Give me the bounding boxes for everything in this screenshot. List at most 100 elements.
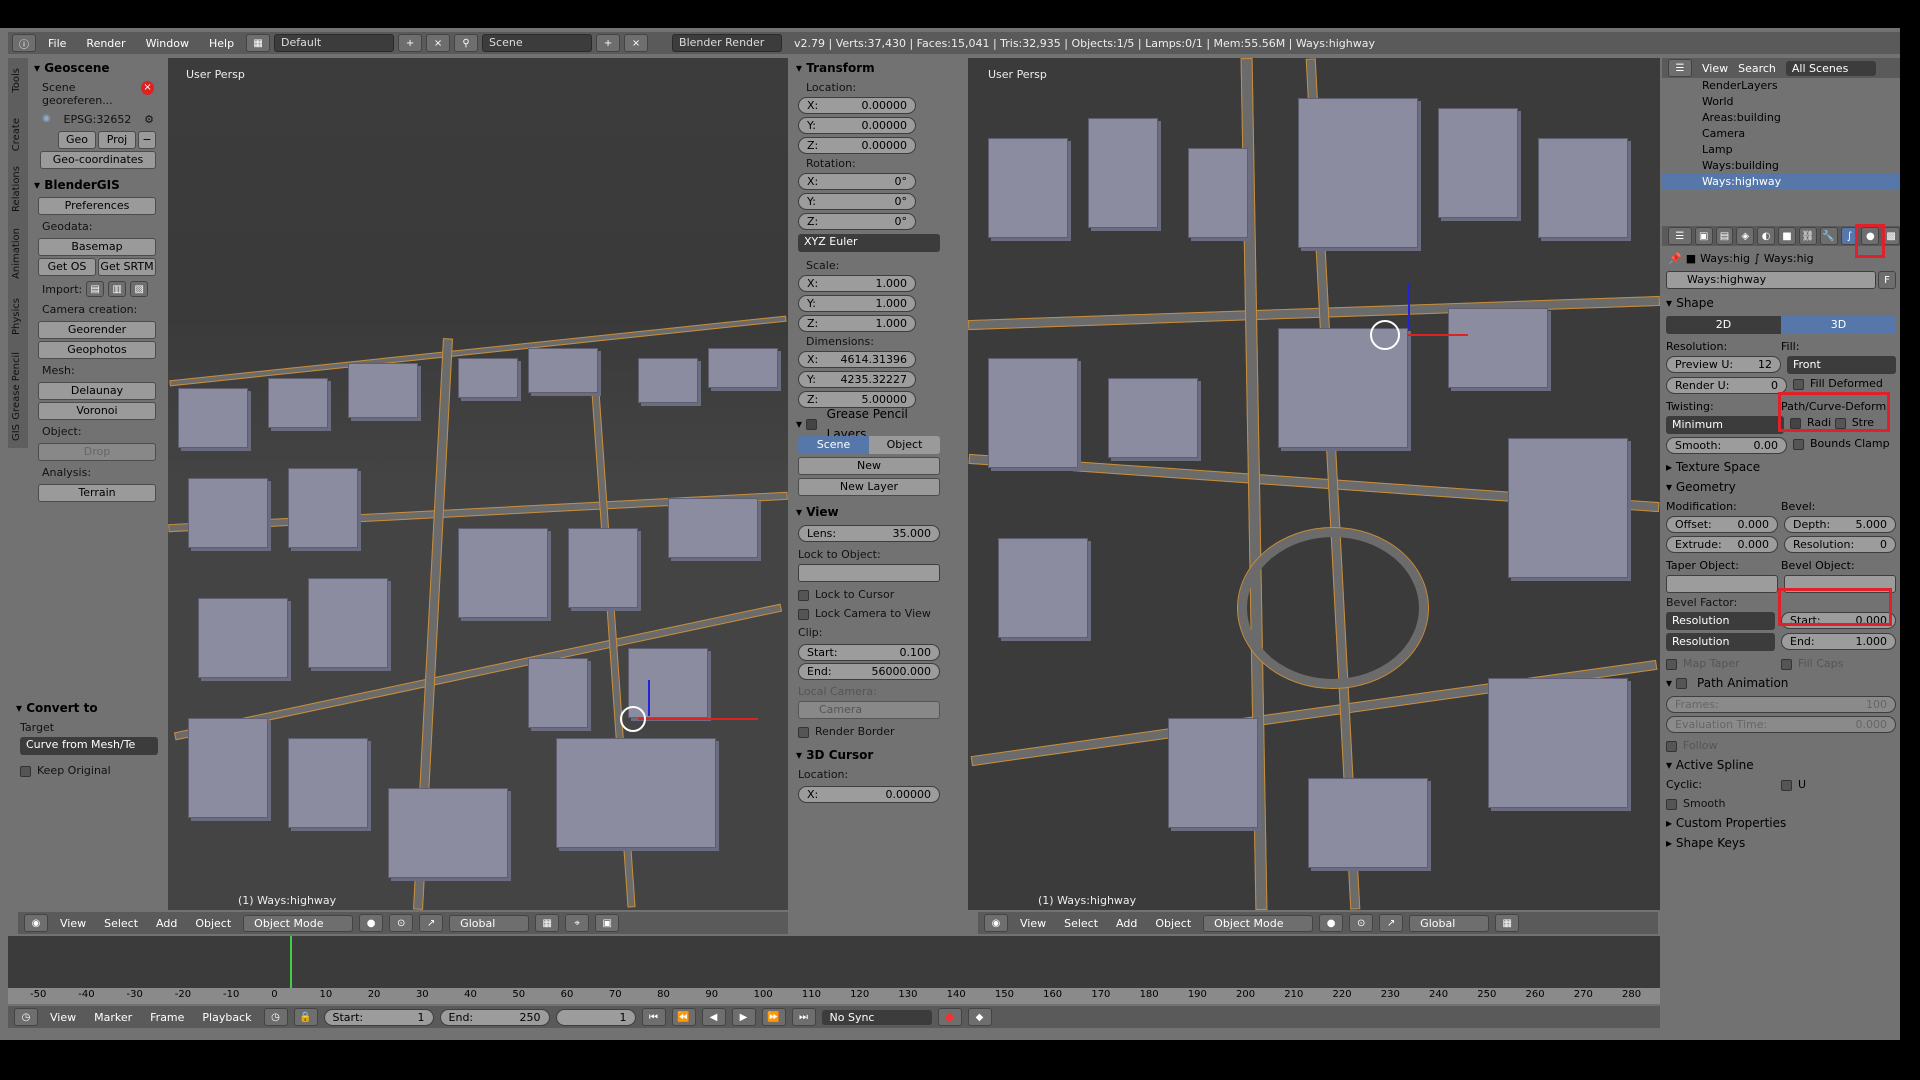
3d-cursor-icon[interactable] [620, 706, 646, 732]
rotation-x-field[interactable]: X: 0° [798, 173, 916, 190]
grease-object-tab[interactable]: Object [869, 436, 940, 454]
preview-u-field[interactable]: Preview U: 12 [1666, 356, 1781, 373]
tab-gis[interactable]: GIS [8, 420, 25, 445]
select-menu[interactable]: Select [1058, 917, 1104, 930]
blendergis-header[interactable]: ▾ BlenderGIS [30, 175, 166, 195]
render-tab-icon[interactable]: ▣ [1694, 227, 1713, 245]
manipulator-icon[interactable]: ↗ [1379, 914, 1404, 932]
clip-start-field[interactable]: Start: 0.100 [798, 644, 940, 661]
lock-object-field[interactable] [798, 564, 940, 582]
dimension-x-field[interactable]: X: 4614.31396 [798, 351, 916, 368]
menu-window[interactable]: Window [138, 37, 197, 50]
dimension-y-field[interactable]: Y: 4235.32227 [798, 371, 916, 388]
outliner-item-ways-building[interactable]: Ways:building [1662, 158, 1900, 174]
remove-layout-icon[interactable]: × [426, 34, 451, 52]
current-frame-marker[interactable] [290, 936, 292, 994]
georender-button[interactable]: Georender [38, 321, 156, 339]
cyclic-u-checkbox[interactable] [1781, 779, 1792, 791]
proj-button[interactable]: Proj [98, 131, 136, 149]
next-keyframe-icon[interactable]: ⏩ [761, 1008, 786, 1026]
add-menu[interactable]: Add [150, 917, 183, 930]
pivot-icon[interactable]: ⊙ [389, 914, 414, 932]
geophotos-button[interactable]: Geophotos [38, 341, 156, 359]
texture-space-header[interactable]: ▸ Texture Space [1662, 457, 1900, 477]
transform-header[interactable]: ▾ Transform [792, 58, 946, 78]
grease-scene-tab[interactable]: Scene [798, 436, 869, 454]
basemap-button[interactable]: Basemap [38, 238, 156, 256]
new-layer-button[interactable]: New Layer [798, 478, 940, 496]
smooth-checkbox[interactable] [1666, 798, 1677, 810]
mode-select[interactable]: Object Mode [1203, 914, 1314, 932]
shape-header[interactable]: ▾ Shape [1662, 293, 1900, 313]
datablock-name-field[interactable]: Ways:highway [1666, 271, 1876, 289]
timeline-frame-menu[interactable]: Frame [144, 1011, 190, 1024]
grease-checkbox[interactable] [806, 418, 817, 430]
scene-icon[interactable]: ⚲ [454, 34, 479, 52]
select-menu[interactable]: Select [98, 917, 144, 930]
bounds-clamp-checkbox[interactable] [1793, 438, 1804, 450]
jump-end-icon[interactable]: ⏭ [791, 1008, 816, 1026]
shading-icon[interactable]: ● [359, 914, 384, 932]
editor-type-icon[interactable]: ◉ [984, 914, 1008, 932]
fill-mode-select[interactable]: Front [1787, 356, 1896, 374]
3d-cursor-icon[interactable] [1370, 320, 1400, 350]
outliner-item-lamp[interactable]: Lamp [1662, 142, 1900, 158]
view-menu[interactable]: View [1014, 917, 1052, 930]
object-menu[interactable]: Object [1149, 917, 1197, 930]
viewport-right[interactable]: User Persp (1) Ways:highway [968, 58, 1660, 910]
bevel-factor-mode-start[interactable]: Resolution [1666, 612, 1775, 630]
voronoi-button[interactable]: Voronoi [38, 402, 156, 420]
bevel-depth-field[interactable]: Depth: 5.000 [1784, 516, 1896, 533]
outliner-item-ways-highway[interactable]: Ways:highway [1662, 174, 1900, 190]
modifiers-tab-icon[interactable]: 🔧 [1819, 227, 1838, 245]
tab-2d[interactable]: 2D [1666, 316, 1781, 334]
location-z-field[interactable]: Z: 0.00000 [798, 137, 916, 154]
jump-start-icon[interactable]: ⏮ [641, 1008, 666, 1026]
gear-icon[interactable]: ⚙ [144, 113, 154, 126]
pin-icon[interactable]: 📌 [1668, 252, 1682, 265]
clip-end-field[interactable]: End: 56000.000 [798, 663, 940, 680]
play-icon[interactable]: ▶ [731, 1008, 756, 1026]
shading-icon[interactable]: ● [1319, 914, 1344, 932]
start-frame-field[interactable]: Start: 1 [323, 1008, 434, 1026]
outliner-item-areas-building[interactable]: Areas:building [1662, 110, 1900, 126]
mode-select[interactable]: Object Mode [243, 914, 354, 932]
active-spline-header[interactable]: ▾ Active Spline [1662, 755, 1900, 775]
geometry-header[interactable]: ▾ Geometry [1662, 477, 1900, 497]
target-select[interactable]: Curve from Mesh/Te [20, 737, 158, 755]
frames-field[interactable]: Frames: 100 [1666, 696, 1896, 713]
timeline[interactable] [8, 936, 1660, 994]
add-menu[interactable]: Add [1110, 917, 1143, 930]
geoscene-header[interactable]: ▾ Geoscene [30, 58, 166, 78]
timeline-marker-menu[interactable]: Marker [88, 1011, 138, 1024]
location-y-field[interactable]: Y: 0.00000 [798, 117, 916, 134]
fill-caps-checkbox[interactable] [1781, 658, 1792, 670]
taper-object-field[interactable] [1666, 575, 1778, 593]
geo-coordinates-button[interactable]: Geo-coordinates [40, 151, 156, 169]
tab-tools[interactable]: Tools [8, 64, 25, 97]
remove-scene-icon[interactable]: × [624, 34, 649, 52]
add-layout-icon[interactable]: + [398, 34, 423, 52]
outliner-item-renderlayers[interactable]: RenderLayers [1662, 78, 1900, 94]
view-header[interactable]: ▾ View [792, 502, 946, 522]
render-engine-select[interactable]: Blender Render [672, 34, 783, 52]
terrain-button[interactable]: Terrain [38, 484, 156, 502]
add-scene-icon[interactable]: + [596, 34, 621, 52]
object-tab-icon[interactable]: ■ [1778, 227, 1796, 245]
delaunay-button[interactable]: Delaunay [38, 382, 156, 400]
menu-render[interactable]: Render [78, 37, 133, 50]
grease-header[interactable]: ▾ Grease Pencil Layers [792, 407, 946, 441]
convert-header[interactable]: ▾ Convert to [12, 698, 166, 718]
bevel-resolution-field[interactable]: Resolution: 0 [1784, 536, 1896, 553]
get-srtm-button[interactable]: Get SRTM [98, 258, 156, 276]
outliner-item-world[interactable]: World [1662, 94, 1900, 110]
render-preview-icon[interactable]: ▣ [595, 914, 620, 932]
orientation-select[interactable]: Global [449, 914, 530, 932]
tab-physics[interactable]: Physics [8, 294, 25, 339]
manipulator-icon[interactable]: ↗ [419, 914, 444, 932]
bevel-factor-end-field[interactable]: End: 1.000 [1781, 633, 1896, 650]
render-u-field[interactable]: Render U: 0 [1666, 377, 1787, 394]
fill-deformed-checkbox[interactable] [1793, 378, 1804, 390]
lock-cursor-checkbox[interactable] [798, 589, 809, 601]
scene-select[interactable]: Scene [482, 34, 593, 52]
